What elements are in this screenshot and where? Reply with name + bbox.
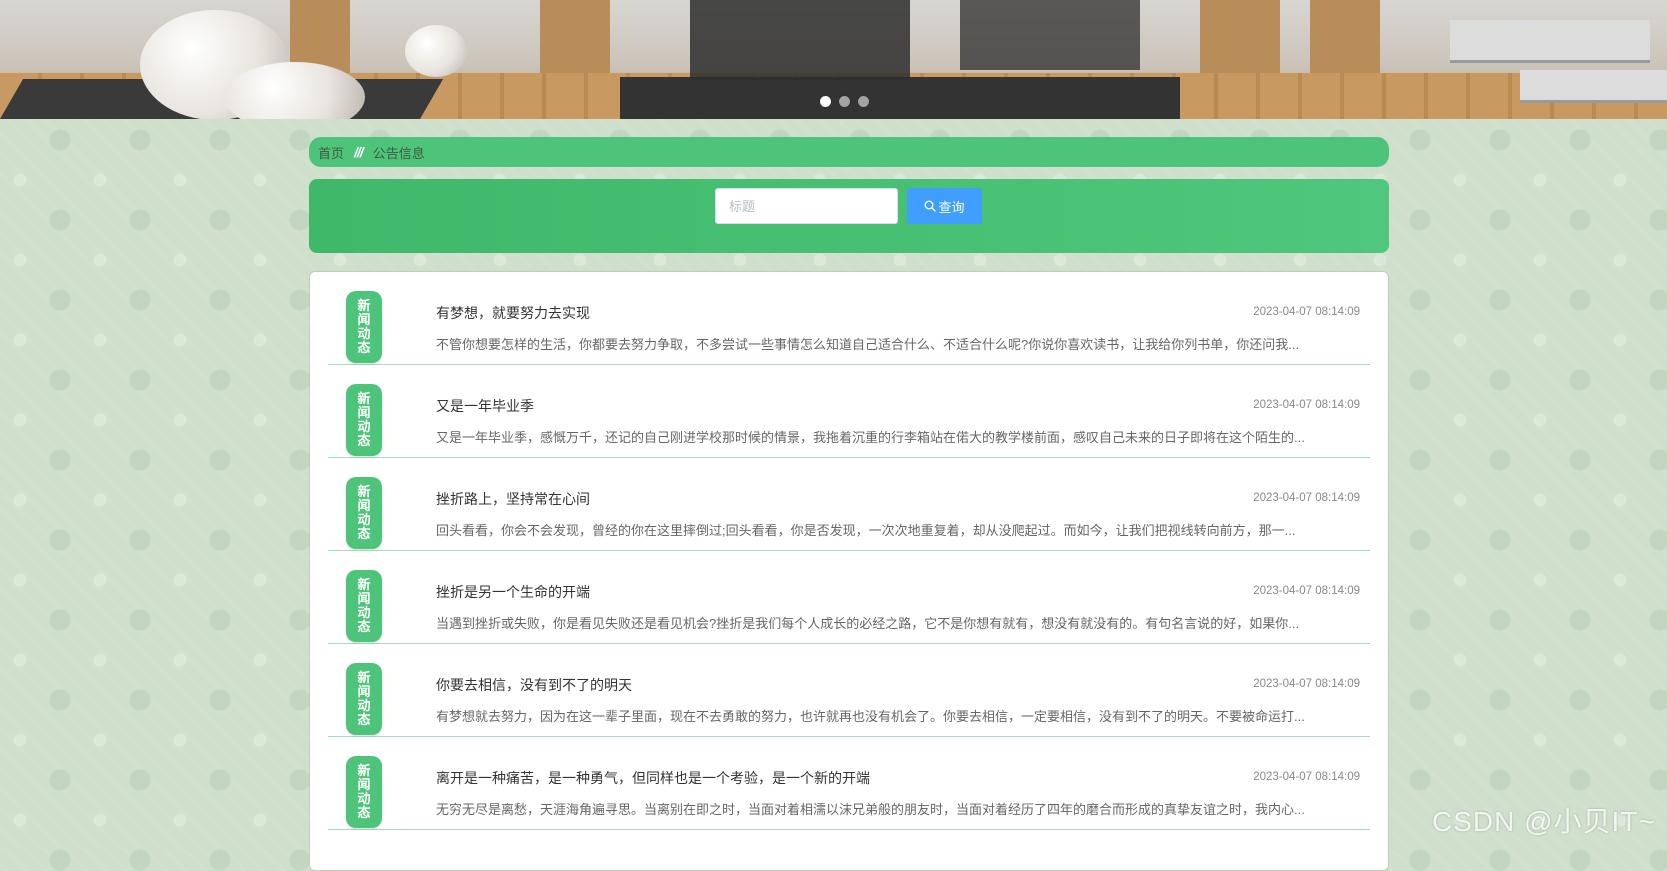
news-category-badge: 新闻动态	[346, 384, 382, 456]
breadcrumb: 首页 /// 公告信息	[309, 137, 1389, 167]
news-date: 2023-04-07 08:14:09	[1253, 585, 1360, 597]
news-category-badge: 新闻动态	[346, 663, 382, 735]
news-date: 2023-04-07 08:14:09	[1253, 771, 1360, 783]
news-category-badge: 新闻动态	[346, 756, 382, 828]
news-category-badge: 新闻动态	[346, 477, 382, 549]
carousel-dot[interactable]	[839, 96, 850, 107]
watermark: CSDN @小贝IT~	[1432, 806, 1656, 837]
carousel-dot[interactable]	[820, 96, 831, 107]
news-item[interactable]: 新闻动态 挫折路上，坚持常在心间 2023-04-07 08:14:09 回头看…	[328, 458, 1370, 551]
banner-decor	[540, 0, 610, 80]
search-button-label: 查询	[938, 199, 965, 215]
banner-decor	[690, 0, 910, 80]
news-summary: 当遇到挫折或失败，你是看见失败还是看见机会?挫折是我们每个人成长的必经之路，它不…	[436, 616, 1300, 631]
banner-decor	[405, 25, 467, 77]
search-button[interactable]: 查询	[907, 188, 982, 224]
news-list: 新闻动态 有梦想，就要努力去实现 2023-04-07 08:14:09 不管你…	[309, 271, 1389, 871]
banner-carousel[interactable]	[0, 0, 1667, 119]
news-item[interactable]: 新闻动态 你要去相信，没有到不了的明天 2023-04-07 08:14:09 …	[328, 644, 1370, 737]
carousel-indicators	[820, 96, 869, 107]
banner-decor	[620, 77, 1180, 119]
title-search-input[interactable]	[715, 188, 898, 224]
search-panel: 查询	[309, 179, 1389, 253]
news-summary: 不管你想要怎样的生活，你都要去努力争取，不多尝试一些事情怎么知道自己适合什么、不…	[436, 337, 1300, 352]
news-item[interactable]: 新闻动态 离开是一种痛苦，是一种勇气，但同样也是一个考验，是一个新的开端 202…	[328, 737, 1370, 830]
news-summary: 又是一年毕业季，感慨万千，还记的自己刚进学校那时候的情景，我拖着沉重的行李箱站在…	[436, 430, 1305, 445]
news-item[interactable]: 新闻动态 又是一年毕业季 2023-04-07 08:14:09 又是一年毕业季…	[328, 365, 1370, 458]
news-date: 2023-04-07 08:14:09	[1253, 306, 1360, 318]
news-title[interactable]: 又是一年毕业季	[436, 396, 534, 416]
breadcrumb-current: 公告信息	[372, 145, 425, 161]
news-date: 2023-04-07 08:14:09	[1253, 492, 1360, 504]
news-date: 2023-04-07 08:14:09	[1253, 678, 1360, 690]
news-title[interactable]: 你要去相信，没有到不了的明天	[436, 675, 632, 695]
search-icon	[924, 200, 937, 212]
news-date: 2023-04-07 08:14:09	[1253, 399, 1360, 411]
carousel-dot[interactable]	[858, 96, 869, 107]
banner-decor	[1450, 20, 1650, 63]
news-item[interactable]: 新闻动态 挫折是另一个生命的开端 2023-04-07 08:14:09 当遇到…	[328, 551, 1370, 644]
news-category-badge: 新闻动态	[346, 570, 382, 642]
news-category-badge: 新闻动态	[346, 291, 382, 363]
breadcrumb-separator: ///	[354, 144, 364, 160]
banner-decor	[1200, 0, 1280, 80]
news-title[interactable]: 有梦想，就要努力去实现	[436, 303, 590, 323]
news-title[interactable]: 离开是一种痛苦，是一种勇气，但同样也是一个考验，是一个新的开端	[436, 768, 870, 788]
breadcrumb-home-link[interactable]: 首页	[318, 143, 344, 162]
news-summary: 无穷无尽是离愁，天涯海角遍寻思。当离别在即之时，当面对着相濡以沫兄弟般的朋友时，…	[436, 802, 1305, 817]
news-item[interactable]: 新闻动态 有梦想，就要努力去实现 2023-04-07 08:14:09 不管你…	[328, 272, 1370, 365]
banner-decor	[960, 0, 1140, 70]
news-summary: 回头看看，你会不会发现，曾经的你在这里摔倒过;回头看看，你是否发现，一次次地重复…	[436, 523, 1296, 538]
news-title[interactable]: 挫折是另一个生命的开端	[436, 582, 590, 602]
news-title[interactable]: 挫折路上，坚持常在心间	[436, 489, 590, 509]
banner-decor	[1310, 0, 1380, 80]
banner-decor	[1520, 70, 1667, 103]
news-summary: 有梦想就去努力，因为在这一辈子里面，现在不去勇敢的努力，也许就再也没有机会了。你…	[436, 709, 1305, 724]
